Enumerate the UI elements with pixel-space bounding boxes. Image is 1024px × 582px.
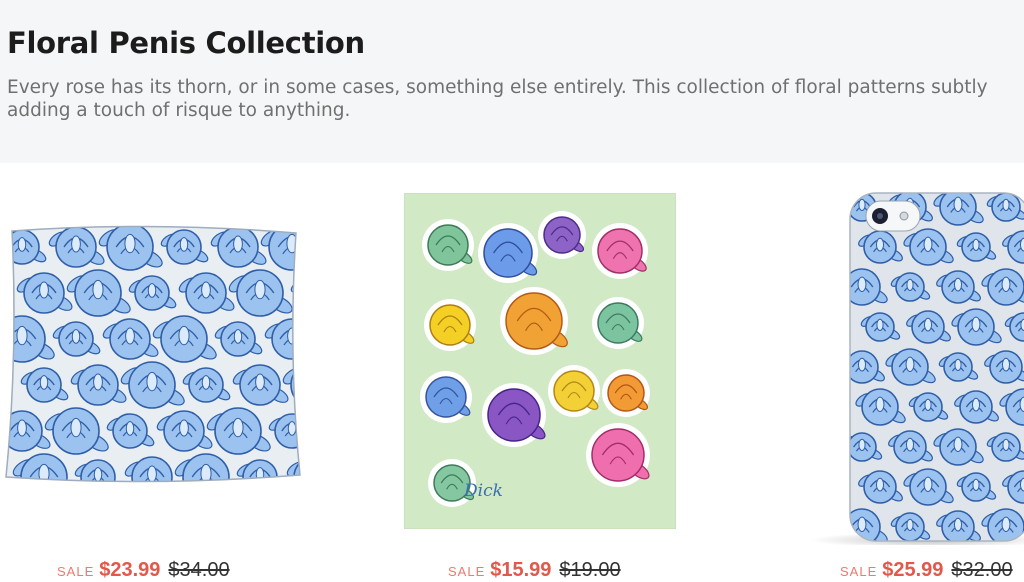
sticker [548,365,600,417]
product-card-pillow[interactable]: SALE $23.99 $34.00 [0,185,320,581]
price-stickers: SALE $15.99 $19.00 [448,559,621,582]
sticker [420,371,472,423]
sale-label: SALE [448,564,486,579]
original-price: $34.00 [168,559,230,581]
sale-label: SALE [57,564,95,579]
sticker [538,211,586,259]
original-price: $19.00 [559,559,621,581]
sticker [592,297,644,349]
phone-case-image[interactable] [790,185,1024,545]
sale-price: $15.99 [490,559,552,581]
product-card-stickers[interactable]: Dick SALE $15.99 $19.00 [380,185,700,581]
price-phone-case: SALE $25.99 $32.00 [840,559,1013,582]
sticker-sheet-image[interactable]: Dick [404,193,676,529]
sticker [602,369,650,417]
sale-price: $23.99 [99,559,161,581]
collection-description: Every rose has its thorn, or in some cas… [7,77,988,121]
sticker-signature: Dick [463,481,503,501]
collection-header: Floral Penis Collection Every rose has i… [0,0,1024,163]
sale-label: SALE [840,564,878,579]
flash-icon [899,211,909,221]
sticker [422,219,474,271]
sale-price: $25.99 [882,559,944,581]
product-card-phone-case[interactable]: SALE $25.99 $32.00 [760,185,1024,581]
sticker [424,299,476,351]
collection-title: Floral Penis Collection [7,26,365,60]
pillow-image[interactable] [0,225,305,485]
price-pillow: SALE $23.99 $34.00 [57,559,230,582]
original-price: $32.00 [951,559,1013,581]
